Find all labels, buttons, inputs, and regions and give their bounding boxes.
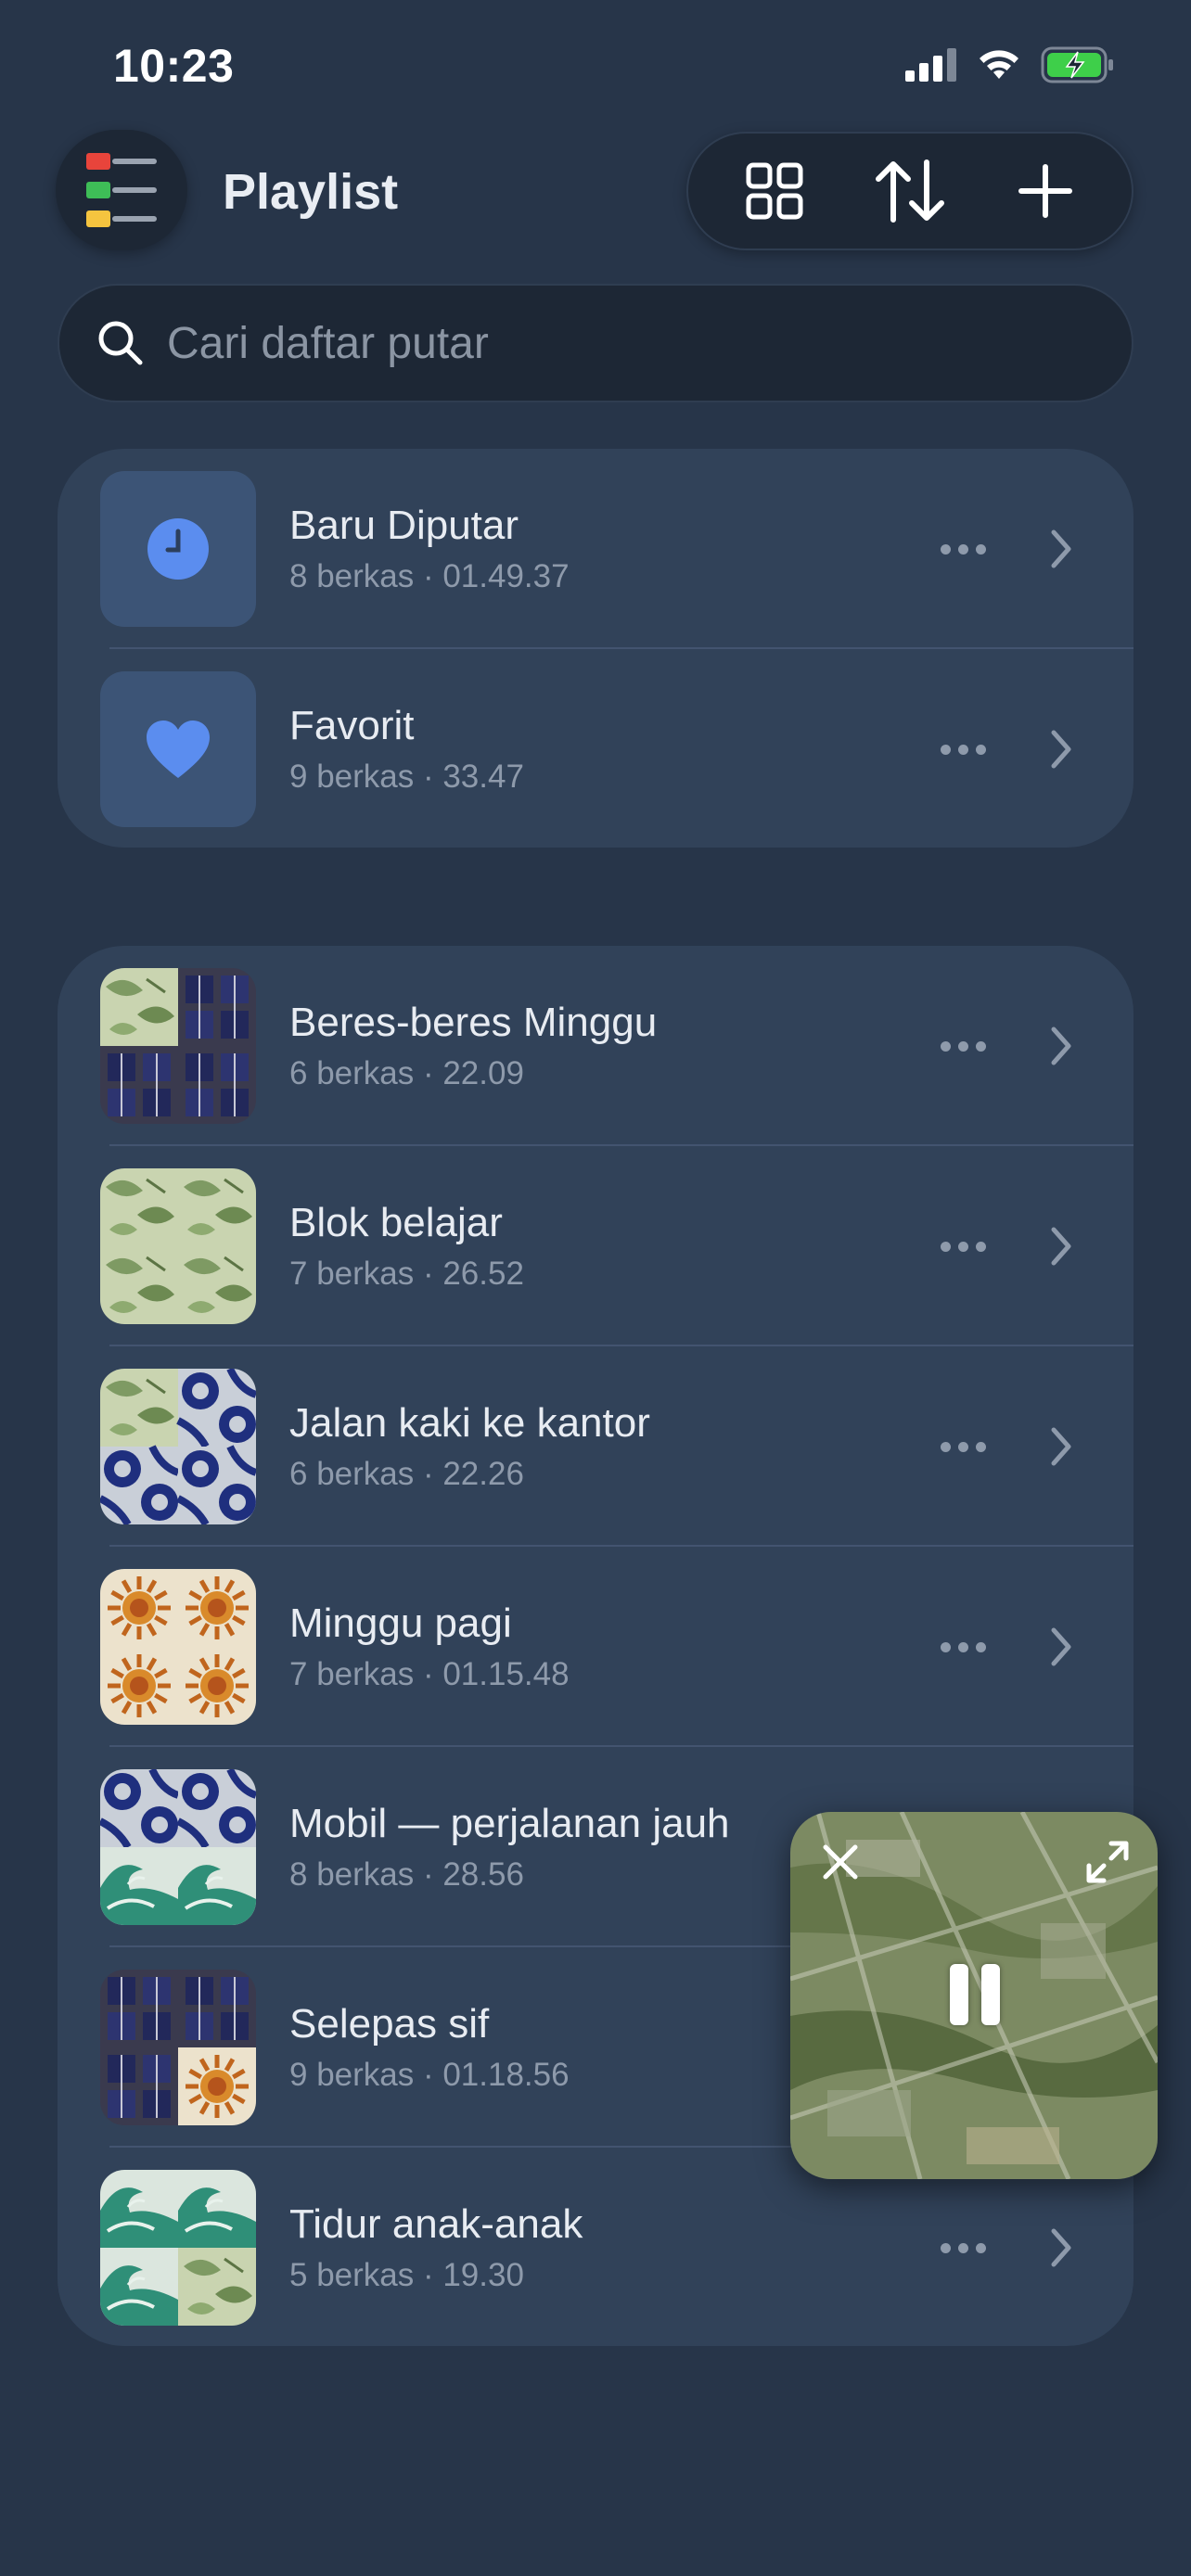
playlist-name: Blok belajar [289, 1200, 503, 1245]
search-icon [98, 321, 143, 365]
playlist-artwork [100, 1769, 256, 1925]
add-icon [1018, 164, 1072, 218]
grid-view-button[interactable] [724, 140, 826, 242]
playlist-meta: 7 berkas · 26.52 [289, 1256, 524, 1292]
playlist-meta: 8 berkas · 01.49.37 [289, 558, 570, 594]
close-icon[interactable] [814, 1836, 866, 1888]
add-playlist-button[interactable] [994, 140, 1096, 242]
more-options-button[interactable] [928, 2225, 998, 2270]
mini-player[interactable] [790, 1812, 1158, 2179]
clock-icon [147, 518, 209, 580]
battery-charging-icon [1041, 46, 1113, 83]
wifi-icon [980, 50, 1018, 79]
playlist-meta: 9 berkas · 01.18.56 [289, 2057, 570, 2093]
more-options-button[interactable] [928, 1424, 998, 1469]
search-bar[interactable] [58, 284, 1133, 402]
status-bar: 10:23 [0, 0, 1191, 139]
page-title: Playlist [223, 164, 399, 220]
playlist-meta: 7 berkas · 01.15.48 [289, 1656, 570, 1692]
chevron-right-icon[interactable] [1043, 523, 1080, 575]
playlist-artwork [100, 1369, 256, 1524]
header-actions [686, 132, 1133, 250]
list-item[interactable]: Jalan kaki ke kantor 6 berkas · 22.26 [58, 1346, 1133, 1547]
more-options-button[interactable] [928, 527, 998, 571]
playlist-meta: 5 berkas · 19.30 [289, 2257, 524, 2293]
more-options-button[interactable] [928, 1625, 998, 1669]
chevron-right-icon[interactable] [1043, 1421, 1080, 1473]
playlist-name: Minggu pagi [289, 1600, 512, 1646]
playlist-meta: 6 berkas · 22.26 [289, 1456, 524, 1492]
sort-icon [876, 159, 944, 223]
system-playlists-card: Baru Diputar 8 berkas · 01.49.37 Favorit… [58, 449, 1133, 848]
menu-button[interactable] [56, 130, 187, 250]
playlist-name: Baru Diputar [289, 503, 519, 548]
chevron-right-icon[interactable] [1043, 723, 1080, 775]
list-item[interactable]: Blok belajar 7 berkas · 26.52 [58, 1146, 1133, 1346]
more-options-button[interactable] [928, 727, 998, 772]
chevron-right-icon[interactable] [1043, 1020, 1080, 1072]
header: Playlist [0, 130, 1191, 255]
list-item[interactable]: Minggu pagi 7 berkas · 01.15.48 [58, 1547, 1133, 1747]
heart-icon [147, 721, 210, 778]
signal-icon [905, 48, 956, 82]
playlist-artwork [100, 1569, 256, 1725]
playlist-name: Tidur anak-anak [289, 2201, 583, 2247]
playlist-meta: 8 berkas · 28.56 [289, 1856, 524, 1893]
playlist-name: Mobil — perjalanan jauh [289, 1801, 730, 1846]
chevron-right-icon[interactable] [1043, 1220, 1080, 1272]
expand-icon[interactable] [1082, 1836, 1133, 1888]
playlist-meta: 6 berkas · 22.09 [289, 1055, 524, 1091]
playlist-meta: 9 berkas · 33.47 [289, 759, 524, 795]
more-options-button[interactable] [928, 1024, 998, 1068]
chevron-right-icon[interactable] [1043, 1621, 1080, 1673]
playlist-name: Selepas sif [289, 2001, 490, 2047]
grid-view-icon [746, 162, 803, 220]
more-options-button[interactable] [928, 1224, 998, 1269]
list-item[interactable]: Favorit 9 berkas · 33.47 [58, 649, 1133, 848]
playlist-artwork [100, 1168, 256, 1324]
status-icons [905, 46, 1115, 83]
playlist-name: Favorit [289, 703, 415, 748]
pause-icon[interactable] [942, 1964, 1007, 2029]
list-item[interactable]: Beres-beres Minggu 6 berkas · 22.09 [58, 946, 1133, 1146]
status-time: 10:23 [113, 40, 235, 92]
playlist-name: Beres-beres Minggu [289, 1000, 658, 1045]
sort-button[interactable] [859, 140, 961, 242]
search-input[interactable] [167, 317, 1002, 369]
playlist-artwork [100, 471, 256, 627]
playlist-artwork [100, 1970, 256, 2125]
list-item[interactable]: Baru Diputar 8 berkas · 01.49.37 [58, 449, 1133, 649]
menu-colored-lines-icon [86, 153, 157, 227]
playlist-artwork [100, 671, 256, 827]
playlist-artwork [100, 2170, 256, 2326]
chevron-right-icon[interactable] [1043, 2222, 1080, 2274]
playlist-name: Jalan kaki ke kantor [289, 1400, 650, 1446]
playlist-artwork [100, 968, 256, 1124]
